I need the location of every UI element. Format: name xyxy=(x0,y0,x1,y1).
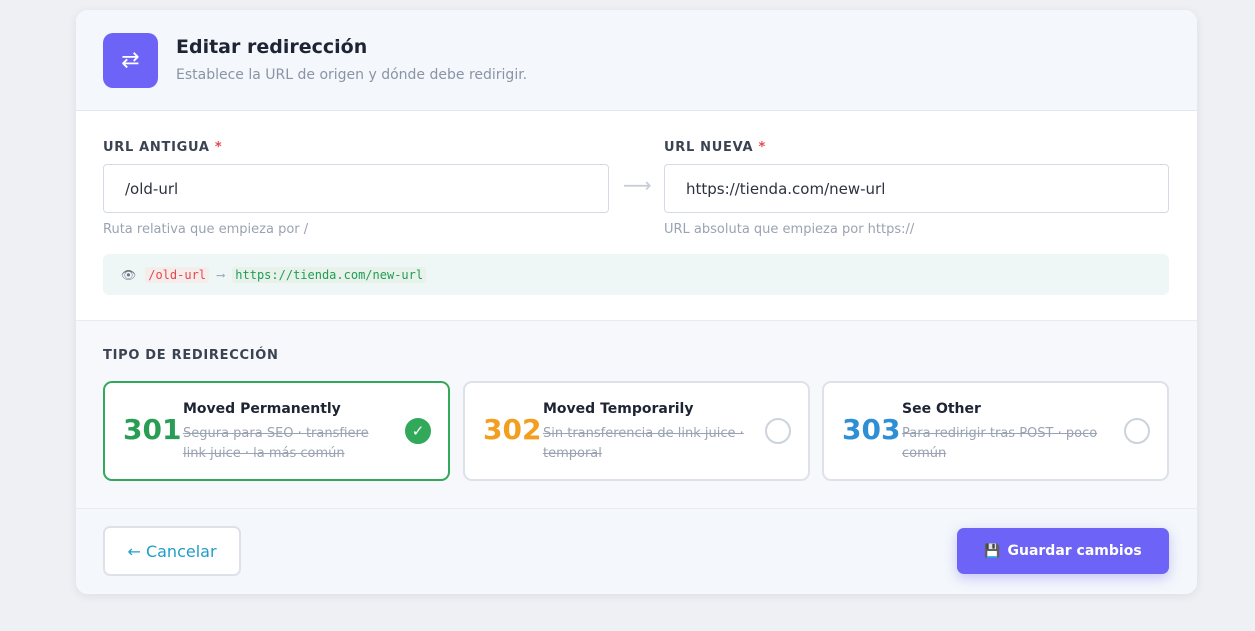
option-title: Moved Temporarily xyxy=(543,401,694,417)
radio-button[interactable] xyxy=(1124,418,1150,444)
page-subtitle: Establece la URL de origen y dónde debe … xyxy=(176,67,528,83)
new-url-hint: URL absoluta que empieza por https:// xyxy=(664,222,915,237)
cancel-button[interactable]: ← Cancelar xyxy=(103,526,241,576)
redirect-preview: 👁 /old-url ⟶ https://tienda.com/new-url xyxy=(103,254,1169,295)
option-description: Segura para SEO · transfiere link juice … xyxy=(183,426,369,461)
option-title: See Other xyxy=(902,401,981,417)
option-description: Para redirigir tras POST · poco común xyxy=(902,426,1098,461)
old-url-input[interactable]: /old-url xyxy=(103,164,609,213)
page-title: Editar redirección xyxy=(176,36,368,58)
floppy-disk-icon: 💾 xyxy=(984,543,1001,559)
check-icon[interactable]: ✓ xyxy=(405,418,431,444)
new-url-label-text: URL NUEVA xyxy=(664,140,754,155)
old-url-hint: Ruta relativa que empieza por / xyxy=(103,222,309,237)
edit-redirect-card: ⇄ Editar redirección Establece la URL de… xyxy=(76,10,1197,594)
old-url-label: URL ANTIGUA * xyxy=(103,140,222,155)
new-url-input[interactable]: https://tienda.com/new-url xyxy=(664,164,1169,213)
option-code: 303 xyxy=(842,413,901,446)
redirect-type-label: TIPO DE REDIRECCIÓN xyxy=(103,348,279,363)
option-code: 302 xyxy=(483,413,542,446)
redirect-option-302[interactable]: 302 Moved Temporarily Sin transferencia … xyxy=(463,381,810,481)
required-mark: * xyxy=(758,140,766,155)
arrow-right-icon: ⟶ xyxy=(623,173,652,197)
swap-arrows-icon: ⇄ xyxy=(103,33,158,88)
preview-to: https://tienda.com/new-url xyxy=(232,266,427,283)
radio-button[interactable] xyxy=(765,418,791,444)
option-title: Moved Permanently xyxy=(183,401,341,417)
card-header: ⇄ Editar redirección Establece la URL de… xyxy=(76,10,1197,111)
preview-from: /old-url xyxy=(145,266,210,283)
save-button[interactable]: 💾 Guardar cambios xyxy=(957,528,1169,574)
preview-arrow-icon: ⟶ xyxy=(217,267,225,282)
option-description: Sin transferencia de link juice · tempor… xyxy=(543,426,744,461)
option-code: 301 xyxy=(123,413,182,446)
save-button-label: Guardar cambios xyxy=(1007,543,1142,559)
eye-icon: 👁 xyxy=(121,267,137,282)
redirect-option-303[interactable]: 303 See Other Para redirigir tras POST ·… xyxy=(822,381,1169,481)
new-url-label: URL NUEVA * xyxy=(664,140,766,155)
required-mark: * xyxy=(214,140,223,155)
old-url-label-text: URL ANTIGUA xyxy=(103,140,210,155)
card-footer: ← Cancelar 💾 Guardar cambios xyxy=(76,508,1197,594)
redirect-option-301[interactable]: 301 Moved Permanently Segura para SEO · … xyxy=(103,381,450,481)
